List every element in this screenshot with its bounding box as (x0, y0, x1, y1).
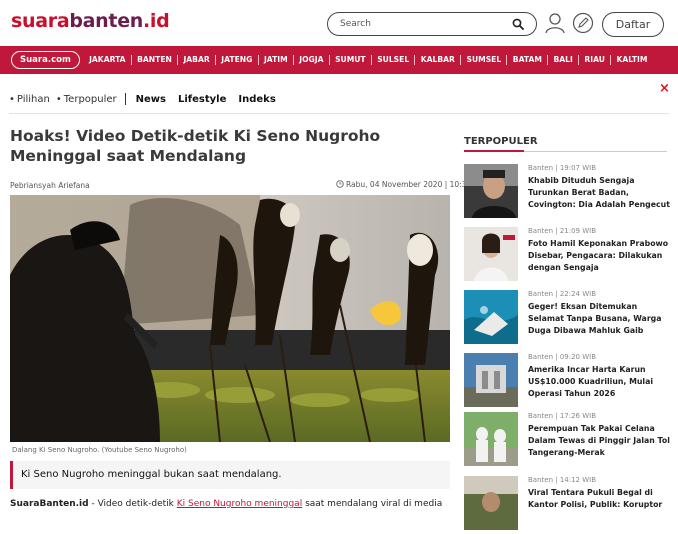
popular-meta: Banten | 09:20 WIB (528, 353, 597, 361)
popular-headline[interactable]: Perempuan Tak Pakai Celana Dalam Tewas d… (528, 423, 670, 459)
popular-headline[interactable]: Khabib Dituduh Sengaja Turunkan Berat Ba… (528, 175, 670, 211)
body-separator: - (88, 499, 98, 509)
site-logo[interactable]: suarabanten.id (11, 10, 170, 32)
popular-headline[interactable]: Foto Hamil Keponakan Prabowo Disebar, Pe… (528, 238, 670, 274)
region-item-kalbar[interactable]: KALBAR (414, 55, 460, 65)
region-item-jateng[interactable]: JATENG (215, 55, 258, 65)
photo-caption: Dalang Ki Seno Nugroho. (Youtube Seno Nu… (12, 446, 187, 454)
popular-headline[interactable]: Amerika Incar Harta Karun US$10.000 Kuad… (528, 364, 670, 400)
body-text: saat mendalang viral di media (302, 499, 443, 509)
region-item-sumut[interactable]: SUMUT (328, 55, 371, 65)
nav-item-lifestyle[interactable]: Lifestyle (178, 94, 226, 105)
popular-item[interactable]: Banten | 19:07 WIB Khabib Dituduh Sengaj… (464, 164, 674, 222)
close-icon[interactable]: × (659, 81, 670, 96)
popular-item[interactable]: Banten | 17:26 WIB Perempuan Tak Pakai C… (464, 412, 674, 470)
popular-meta: Banten | 14:12 WIB (528, 476, 597, 484)
region-item-jakarta[interactable]: JAKARTA (84, 55, 131, 65)
popular-thumbnail[interactable] (464, 412, 518, 466)
popular-item[interactable]: Banten | 14:12 WIB Viral Tentara Pukuli … (464, 476, 674, 534)
popular-meta: Banten | 17:26 WIB (528, 412, 597, 420)
edit-icon[interactable] (572, 12, 594, 34)
region-item-sumsel[interactable]: SUMSEL (460, 55, 506, 65)
search-box (327, 12, 537, 36)
region-list: JAKARTA BANTEN JABAR JATENG JATIM JOGJA SUMUT S… (84, 55, 653, 65)
article-author[interactable]: Pebriansyah Ariefana (10, 181, 90, 190)
region-item-kaltim[interactable]: KALTIM (610, 55, 653, 65)
region-item-jabar[interactable]: JABAR (177, 55, 215, 65)
region-item-jogja[interactable]: JOGJA (292, 55, 329, 65)
region-item-jatim[interactable]: JATIM (257, 55, 293, 65)
sidebar-title: TERPOPULER (464, 136, 538, 147)
nav-divider (124, 93, 126, 105)
body-source: SuaraBanten.id (10, 499, 89, 509)
body-text: Video detik-detik (97, 499, 177, 509)
category-nav: • Pilihan • Terpopuler News Lifestyle Inde… (9, 93, 288, 105)
user-icon[interactable] (544, 12, 566, 34)
nav-item-terpopuler[interactable]: • Terpopuler (56, 94, 117, 105)
popular-thumbnail[interactable] (464, 227, 518, 281)
search-icon[interactable] (512, 18, 524, 30)
body-link[interactable]: Ki Seno Nugroho meninggal (177, 499, 302, 509)
sidebar-title-underline (464, 150, 667, 152)
nav-item-pilihan[interactable]: • Pilihan (9, 94, 50, 105)
region-item-banten[interactable]: BANTEN (130, 55, 177, 65)
region-nav: Suara.com JAKARTA BANTEN JABAR JATENG JATIM J… (0, 46, 678, 74)
clock-icon (336, 180, 344, 188)
popular-thumbnail[interactable] (464, 476, 518, 530)
popular-item[interactable]: Banten | 09:20 WIB Amerika Incar Harta K… (464, 353, 674, 411)
popular-thumbnail[interactable] (464, 353, 518, 407)
logo-text-banten: banten (69, 10, 144, 32)
region-item-sulsel[interactable]: SULSEL (370, 55, 415, 65)
popular-headline[interactable]: Viral Tentara Pukuli Begal di Kantor Pol… (528, 487, 670, 511)
popular-thumbnail[interactable] (464, 290, 518, 344)
popular-headline[interactable]: Geger! Eksan Ditemukan Selamat Tanpa Bus… (528, 301, 670, 337)
popular-meta: Banten | 21:09 WIB (528, 227, 597, 235)
article-photo (10, 195, 450, 442)
article-highlight: Ki Seno Nugroho meninggal bukan saat men… (10, 461, 450, 489)
nav-divider-line (9, 113, 669, 114)
highlight-text: Ki Seno Nugroho meninggal bukan saat men… (21, 469, 282, 480)
nav-item-label: Terpopuler (63, 93, 117, 105)
logo-text-suara: suara (11, 10, 70, 32)
nav-item-label: Pilihan (16, 93, 50, 105)
region-item-bali[interactable]: BALI (547, 55, 578, 65)
suara-com-link[interactable]: Suara.com (11, 51, 80, 69)
logo-text-domain: .id (143, 10, 170, 32)
search-input[interactable] (340, 17, 500, 31)
site-header: suarabanten.id Daftar (0, 0, 678, 46)
popular-meta: Banten | 22:24 WIB (528, 290, 597, 298)
region-item-riau[interactable]: RIAU (578, 55, 610, 65)
popular-thumbnail[interactable] (464, 164, 518, 218)
nav-item-indeks[interactable]: Indeks (238, 94, 275, 105)
popular-meta: Banten | 19:07 WIB (528, 164, 597, 172)
popular-item[interactable]: Banten | 22:24 WIB Geger! Eksan Ditemuka… (464, 290, 674, 348)
popular-item[interactable]: Banten | 21:09 WIB Foto Hamil Keponakan … (464, 227, 674, 285)
nav-item-news[interactable]: News (136, 94, 166, 105)
register-button[interactable]: Daftar (602, 12, 664, 37)
article-body: SuaraBanten.id - Video detik-detik Ki Se… (10, 499, 450, 509)
region-item-batam[interactable]: BATAM (506, 55, 547, 65)
article-title: Hoaks! Video Detik-detik Ki Seno Nugroho… (10, 127, 381, 165)
